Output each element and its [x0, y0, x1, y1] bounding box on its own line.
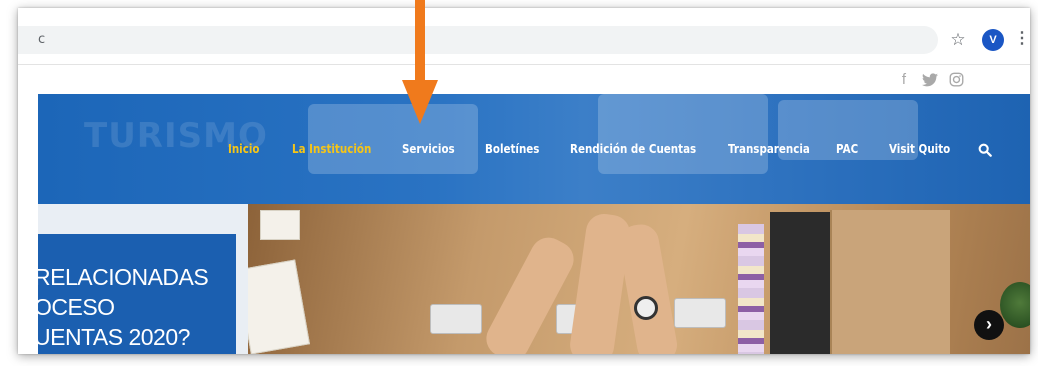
cardboard-graphic [830, 210, 950, 354]
hero-headline-line: OCESO [38, 294, 115, 320]
nav-visit-quito[interactable]: Visit Quito [889, 142, 950, 156]
hero-slider: RELACIONADAS OCESO UENTAS 2020? › [38, 204, 1030, 354]
power-socket [430, 304, 482, 334]
nav-transparencia[interactable]: Transparencia [728, 142, 810, 156]
nav-la-institucion[interactable]: La Institución [292, 142, 371, 156]
power-socket [674, 298, 726, 328]
slider-next-button[interactable]: › [974, 310, 1004, 340]
annotation-arrow-icon [402, 0, 438, 124]
nav-inicio[interactable]: Inicio [228, 142, 259, 156]
nav-servicios[interactable]: Servicios [402, 142, 455, 156]
hero-headline-line: RELACIONADAS [38, 264, 209, 290]
address-bar[interactable]: c [18, 26, 938, 54]
main-navbar: TURISMO Inicio La Institución Servicios … [38, 94, 1030, 204]
search-icon[interactable] [978, 143, 992, 157]
bookmark-star-icon[interactable]: ☆ [948, 30, 968, 50]
address-text: c [38, 32, 46, 47]
tablet-graphic [260, 210, 300, 240]
laptop-graphic [308, 104, 478, 174]
facebook-icon[interactable]: f [894, 68, 914, 92]
browser-menu-icon[interactable]: ⋮ [1014, 28, 1030, 50]
toolbar-divider [18, 64, 1030, 65]
nav-rendicion-de-cuentas[interactable]: Rendición de Cuentas [570, 142, 696, 156]
watch-graphic [634, 296, 658, 320]
laptop-graphic [598, 94, 768, 174]
browser-window: c ☆ V ⋮ f TURISMO Inicio La Institución … [18, 8, 1030, 354]
profile-avatar[interactable]: V [982, 29, 1004, 51]
twitter-icon[interactable] [920, 68, 940, 92]
hero-headline-line: UENTAS 2020? [38, 324, 190, 350]
hero-headline-box: RELACIONADAS OCESO UENTAS 2020? [38, 234, 236, 354]
speaker-graphic [770, 212, 830, 354]
nav-boletines[interactable]: Boletínes [485, 142, 539, 156]
screenshot-stage: c ☆ V ⋮ f TURISMO Inicio La Institución … [0, 0, 1038, 366]
striped-book-graphic [738, 224, 764, 354]
instagram-icon[interactable] [946, 68, 966, 92]
nav-pac[interactable]: PAC [836, 142, 858, 156]
